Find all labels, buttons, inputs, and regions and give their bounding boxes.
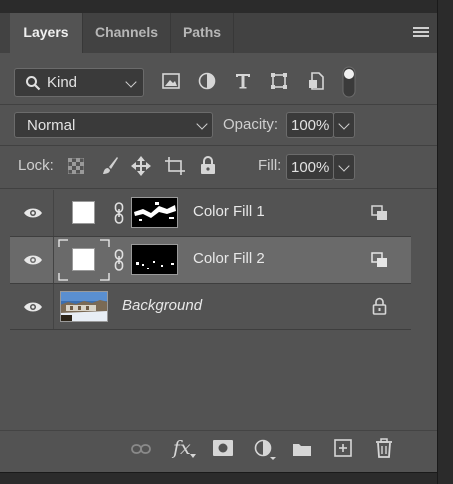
divider <box>10 329 411 330</box>
opacity-label: Opacity: <box>223 116 279 133</box>
folder-icon[interactable] <box>292 441 312 457</box>
layers-panel: Layers Channels Paths Kind Normal Opacit… <box>0 0 453 484</box>
menu-icon[interactable] <box>413 27 429 39</box>
lock-label: Lock: <box>18 157 54 174</box>
panel-bottom-edge <box>0 472 437 484</box>
blend-mode-value: Normal <box>27 117 76 134</box>
layer-mask-thumbnail[interactable] <box>131 244 178 275</box>
filter-kind-select[interactable]: Kind <box>14 68 144 97</box>
eye-icon <box>24 302 42 312</box>
shape-filter-icon[interactable] <box>270 72 288 90</box>
fill-color-thumbnail[interactable] <box>72 248 95 271</box>
layer-name[interactable]: Color Fill 2 <box>193 250 265 267</box>
layer-row-color-fill-1[interactable]: Color Fill 1 <box>10 190 411 236</box>
adjustment-filter-icon[interactable] <box>198 72 216 90</box>
filter-kind-label: Kind <box>47 74 78 91</box>
type-filter-icon[interactable] <box>234 72 252 90</box>
chevron-down-icon <box>338 160 350 172</box>
fill-color-thumbnail[interactable] <box>72 201 95 224</box>
opacity-input[interactable]: 100% <box>286 112 334 138</box>
panel-tab-bar: Layers Channels Paths <box>0 13 437 53</box>
layer-mask-thumbnail[interactable] <box>131 197 178 228</box>
chevron-down-icon <box>338 118 350 130</box>
trash-icon[interactable] <box>375 438 393 458</box>
fill-label: Fill: <box>258 157 282 174</box>
background-image-thumbnail[interactable] <box>60 291 108 322</box>
smart-filter-icon <box>371 205 387 220</box>
search-icon <box>26 76 41 91</box>
new-layer-icon[interactable] <box>334 439 352 457</box>
chain-link-icon[interactable] <box>114 202 124 224</box>
opacity-value: 100% <box>291 117 330 134</box>
tab-paths[interactable]: Paths <box>171 13 233 53</box>
fill-dropdown-button[interactable] <box>333 154 355 180</box>
layer-name[interactable]: Background <box>122 297 202 314</box>
panel-footer: fx <box>0 430 437 470</box>
fx-icon[interactable]: fx <box>173 437 199 461</box>
eye-icon <box>24 255 42 265</box>
fx-label: fx <box>173 437 191 459</box>
image-filter-icon[interactable] <box>162 73 180 89</box>
smart-object-filter-icon[interactable] <box>307 72 325 90</box>
adjustment-layer-icon[interactable] <box>254 439 278 461</box>
lock-pixels-icon[interactable] <box>68 158 84 174</box>
chevron-down-icon <box>196 118 208 130</box>
panel-top-edge <box>0 0 437 13</box>
blend-mode-select[interactable]: Normal <box>14 112 213 138</box>
filter-toggle-icon[interactable] <box>340 66 358 98</box>
link-layers-icon[interactable] <box>131 443 151 455</box>
layer-row-color-fill-2[interactable]: Color Fill 2 <box>10 237 411 283</box>
fill-value: 100% <box>291 159 330 176</box>
eye-icon <box>24 208 42 218</box>
tab-layers[interactable]: Layers <box>10 13 82 53</box>
lock-all-icon[interactable] <box>200 156 216 175</box>
visibility-toggle[interactable] <box>10 284 54 330</box>
divider <box>0 145 437 146</box>
visibility-toggle[interactable] <box>10 190 54 236</box>
tab-divider <box>233 13 234 53</box>
lock-move-icon[interactable] <box>131 156 151 176</box>
tab-channels[interactable]: Channels <box>83 13 170 53</box>
opacity-dropdown-button[interactable] <box>333 112 355 138</box>
fill-input[interactable]: 100% <box>286 154 334 180</box>
visibility-toggle[interactable] <box>10 237 54 283</box>
divider <box>0 188 437 189</box>
chevron-down-icon <box>125 76 137 88</box>
lock-brush-icon[interactable] <box>101 156 119 176</box>
padlock-icon[interactable] <box>372 297 387 315</box>
mask-icon[interactable] <box>213 440 233 456</box>
layer-row-background[interactable]: Background <box>10 284 411 330</box>
chain-link-icon[interactable] <box>114 249 124 271</box>
smart-filter-icon <box>371 252 387 267</box>
panel-scroll-rail[interactable] <box>437 0 453 484</box>
divider <box>0 104 437 105</box>
lock-artboard-icon[interactable] <box>164 156 186 176</box>
layer-name[interactable]: Color Fill 1 <box>193 203 265 220</box>
